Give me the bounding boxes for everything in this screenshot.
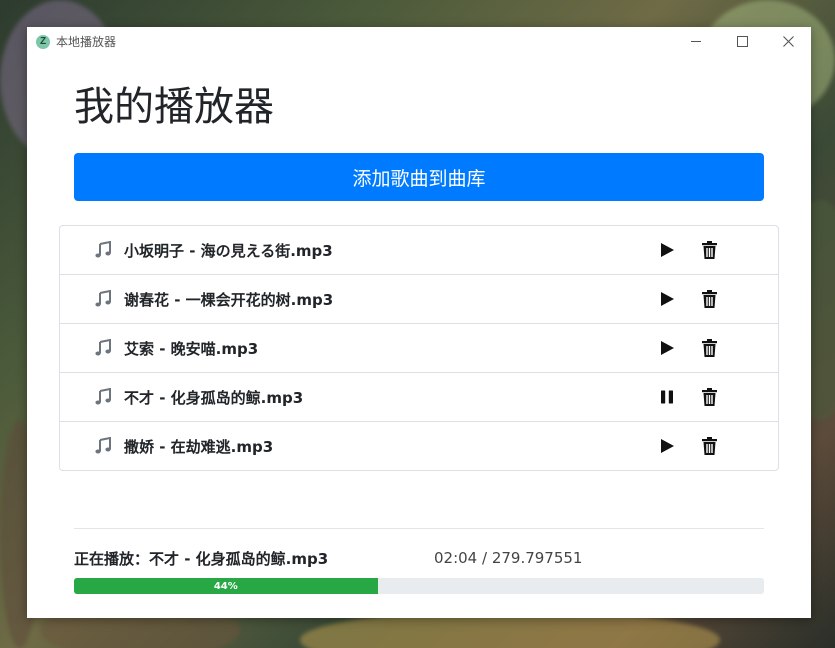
close-button[interactable]: [765, 27, 811, 56]
play-icon[interactable]: [659, 291, 675, 307]
list-item[interactable]: 撒娇 - 在劫难逃.mp3: [60, 422, 778, 470]
trash-icon[interactable]: [702, 290, 717, 308]
window-controls: [673, 27, 811, 56]
window-title: 本地播放器: [56, 35, 117, 49]
list-item[interactable]: 不才 - 化身孤岛的鲸.mp3: [60, 373, 778, 422]
music-note-icon: [94, 387, 112, 406]
song-name: 艾索 - 晚安喵.mp3: [124, 340, 259, 358]
minimize-icon: [691, 41, 701, 42]
trash-icon[interactable]: [702, 241, 717, 259]
play-icon[interactable]: [659, 242, 675, 258]
close-icon: [782, 36, 794, 47]
trash-icon[interactable]: [702, 339, 717, 357]
page-title: 我的播放器: [74, 84, 274, 130]
progress-track[interactable]: 44%: [74, 578, 764, 594]
song-name: 不才 - 化身孤岛的鲸.mp3: [124, 389, 304, 407]
song-name: 小坂明子 - 海の見える街.mp3: [124, 242, 333, 260]
maximize-button[interactable]: [719, 27, 765, 56]
play-icon[interactable]: [659, 438, 675, 454]
playback-time: 02:04 / 279.797551: [434, 549, 583, 567]
list-item[interactable]: 艾索 - 晚安喵.mp3: [60, 324, 778, 373]
music-note-icon: [94, 436, 112, 455]
list-item[interactable]: 小坂明子 - 海の見える街.mp3: [60, 226, 778, 275]
song-list: 小坂明子 - 海の見える街.mp3 谢春花 - 一棵会开花的树.mp3 艾索 - 晚…: [59, 225, 779, 471]
divider: [74, 528, 764, 529]
progress-bar: 44%: [74, 578, 378, 594]
song-name: 谢春花 - 一棵会开花的树.mp3: [124, 291, 334, 309]
music-note-icon: [94, 338, 112, 357]
title-bar[interactable]: Z 本地播放器: [27, 27, 811, 56]
now-playing-label: 正在播放：不才 - 化身孤岛的鲸.mp3: [74, 550, 329, 568]
maximize-icon: [736, 36, 748, 47]
pause-icon[interactable]: [659, 389, 675, 405]
play-icon[interactable]: [659, 340, 675, 356]
list-item[interactable]: 谢春花 - 一棵会开花的树.mp3: [60, 275, 778, 324]
song-name: 撒娇 - 在劫难逃.mp3: [124, 438, 274, 456]
minimize-button[interactable]: [673, 27, 719, 56]
music-note-icon: [94, 240, 112, 259]
add-song-button[interactable]: 添加歌曲到曲库: [74, 153, 764, 201]
trash-icon[interactable]: [702, 388, 717, 406]
trash-icon[interactable]: [702, 437, 717, 455]
app-logo-icon: Z: [36, 34, 50, 49]
music-note-icon: [94, 289, 112, 308]
